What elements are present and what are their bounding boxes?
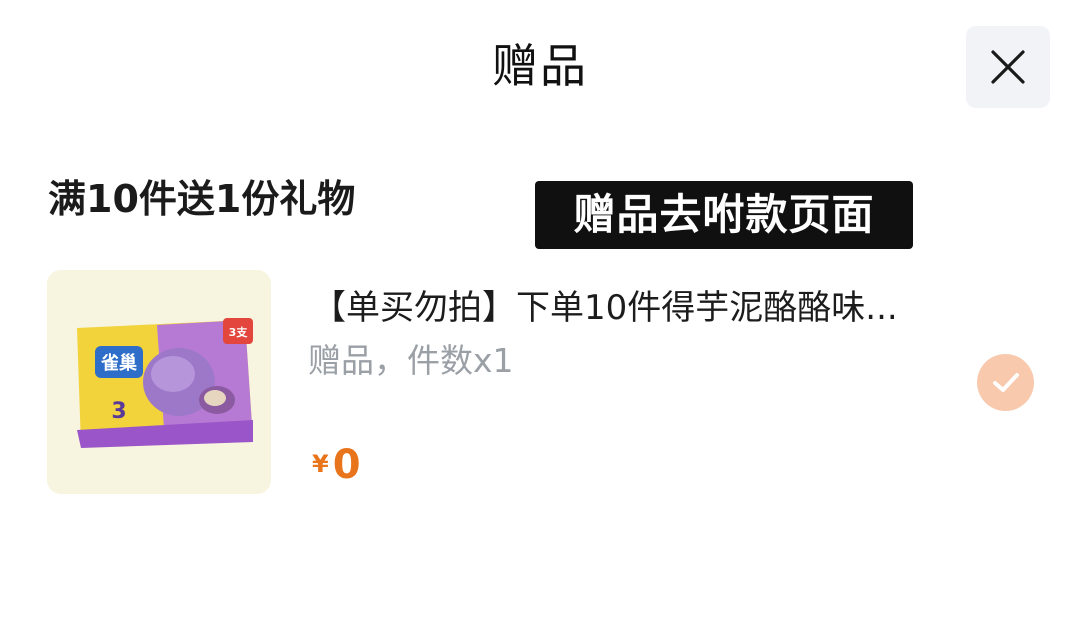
product-quantity: 赠品，件数x1 (308, 341, 514, 380)
product-image[interactable]: 雀巢 3 3支 (47, 270, 271, 494)
product-price: ¥0 (312, 442, 361, 488)
image-brand-text: 雀巢 (100, 352, 137, 374)
price-value: 0 (332, 442, 361, 488)
promo-rule: 满10件送1份礼物 (48, 177, 356, 221)
close-icon (991, 50, 1025, 84)
ice-cream-package-image: 雀巢 3 3支 (47, 270, 271, 494)
svg-text:3: 3 (111, 399, 126, 424)
sheet-title: 赠品 (492, 39, 588, 93)
image-badge-text: 3支 (229, 325, 249, 339)
annotation-label: 赠品去咐款页面 (535, 181, 913, 249)
currency-symbol: ¥ (312, 450, 329, 478)
product-name[interactable]: 【单买勿拍】下单10件得芋泥酪酪味... (312, 280, 952, 329)
close-button[interactable] (966, 26, 1050, 108)
select-checkbox[interactable] (977, 354, 1034, 411)
gift-sheet: 赠品 满10件送1份礼物 赠品去咐款页面 雀巢 3 3支 【单买勿拍】下单10件… (0, 0, 1080, 633)
check-icon (993, 373, 1019, 392)
